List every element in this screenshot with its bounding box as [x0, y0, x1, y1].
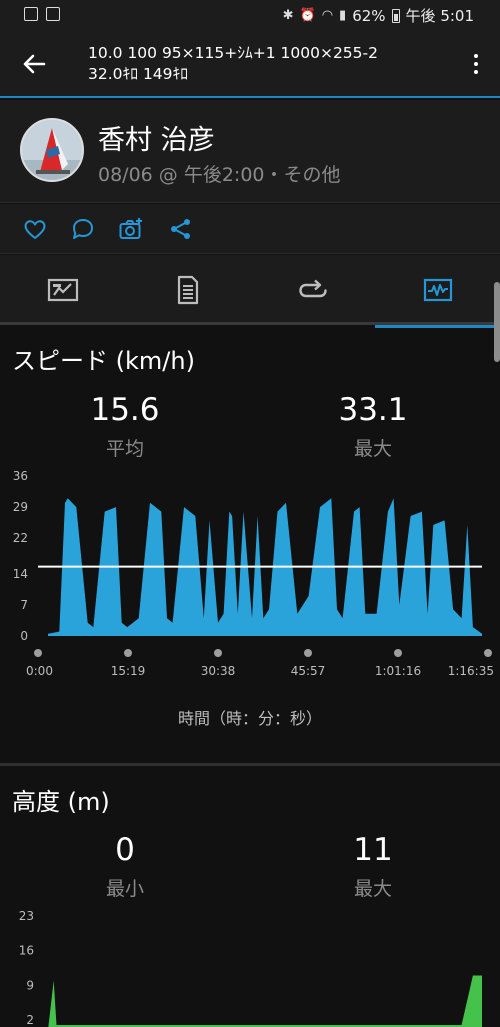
user-name: 香村 治彦 — [98, 125, 215, 156]
y-tick-label: 36 — [13, 469, 28, 483]
battery-icon — [391, 8, 400, 23]
x-tick-label: 1:16:35 — [448, 664, 494, 678]
max-elevation-value: 11 — [353, 832, 393, 868]
x-tick-dot — [34, 649, 42, 657]
min-elevation-value: 0 — [115, 832, 135, 868]
notification-icon — [46, 7, 60, 21]
elevation-area-series — [48, 975, 482, 1027]
avatar[interactable] — [20, 118, 84, 182]
dot-icon — [474, 54, 478, 58]
details-icon — [177, 275, 198, 305]
avg-speed-label: 平均 — [105, 438, 144, 460]
x-tick-dot — [394, 649, 402, 657]
y-tick-label: 23 — [19, 909, 34, 923]
comment-icon[interactable] — [70, 216, 96, 242]
elevation-chart[interactable]: 2 9 16 23 — [0, 900, 500, 1027]
tab-bar — [0, 255, 500, 328]
back-button[interactable] — [18, 48, 50, 80]
x-tick-label: 1:01:16 — [375, 664, 421, 678]
signal-icon: ▮ — [339, 8, 347, 23]
x-tick-label: 0:00 — [26, 664, 53, 678]
share-icon[interactable] — [168, 216, 194, 242]
overflow-menu-button[interactable] — [468, 50, 484, 78]
speed-section-title: スピード (km/h) — [12, 347, 195, 375]
battery-percent: 62% — [352, 6, 386, 25]
section-divider — [0, 763, 500, 766]
scrollbar-thumb[interactable] — [494, 282, 500, 362]
like-heart-icon[interactable] — [22, 216, 48, 242]
max-elevation-label: 最大 — [353, 878, 392, 900]
windsurf-photo-icon — [22, 120, 82, 180]
tab-laps[interactable] — [250, 255, 375, 325]
min-elevation-label: 最小 — [105, 878, 144, 900]
arrow-back-icon — [23, 54, 46, 74]
x-tick-label: 45:57 — [291, 664, 326, 678]
action-bar — [0, 204, 500, 254]
y-tick-label: 7 — [20, 598, 28, 612]
y-tick-label: 9 — [26, 978, 34, 992]
x-tick-label: 30:38 — [201, 664, 236, 678]
app-bar: 10.0 100 95×115+ｼﾑ+1 1000×255-2 32.0ｷﾛ 1… — [0, 30, 500, 98]
y-tick-label: 2 — [26, 1013, 34, 1027]
bluetooth-icon: ✱ — [282, 8, 294, 23]
y-tick-label: 0 — [20, 629, 28, 643]
dot-icon — [474, 70, 478, 74]
tab-charts[interactable] — [375, 255, 500, 328]
dot-icon — [474, 62, 478, 66]
y-tick-label: 22 — [13, 531, 28, 545]
y-tick-label: 14 — [13, 567, 28, 581]
x-tick-dot — [304, 649, 312, 657]
max-speed-label: 最大 — [353, 438, 392, 460]
x-tick-dot — [484, 649, 492, 657]
title-line-1: 10.0 100 95×115+ｼﾑ+1 1000×255-2 — [88, 44, 378, 62]
wifi-icon: ◠ — [321, 8, 334, 23]
avg-speed-value: 15.6 — [90, 392, 160, 428]
alarm-icon: ⏰ — [299, 8, 316, 23]
charts-icon — [423, 278, 452, 302]
status-bar: ✱ ⏰ ◠ ▮ 62% 午後 5:01 — [0, 0, 500, 30]
add-photo-icon[interactable] — [118, 216, 144, 242]
profile-header: 香村 治彦 08/06 @ 午後2:00・その他 — [0, 100, 500, 203]
clock: 午後 5:01 — [405, 7, 474, 25]
laps-icon — [298, 279, 327, 298]
y-tick-label: 16 — [19, 944, 34, 958]
tab-details[interactable] — [125, 255, 250, 325]
activity-meta: 08/06 @ 午後2:00・その他 — [98, 164, 341, 186]
x-tick-dot — [124, 649, 132, 657]
x-tick-label: 15:19 — [111, 664, 146, 678]
speed-x-axis-title: 時間（時：分：秒） — [177, 709, 322, 728]
elevation-section-title: 高度 (m) — [12, 788, 110, 816]
title-line-2: 32.0ｷﾛ 149ｷﾛ — [88, 65, 189, 83]
speed-chart[interactable]: 0 7 14 22 29 36 0:00 15:19 30:38 45:57 1:01:16 1:16… — [0, 460, 500, 685]
max-speed-value: 33.1 — [338, 392, 408, 428]
summary-icon — [47, 278, 78, 302]
activity-title: 10.0 100 95×115+ｼﾑ+1 1000×255-2 32.0ｷﾛ 1… — [88, 43, 378, 85]
gallery-icon — [24, 7, 38, 21]
x-tick-dot — [214, 649, 222, 657]
y-tick-label: 29 — [13, 500, 28, 514]
tab-summary[interactable] — [0, 255, 125, 325]
